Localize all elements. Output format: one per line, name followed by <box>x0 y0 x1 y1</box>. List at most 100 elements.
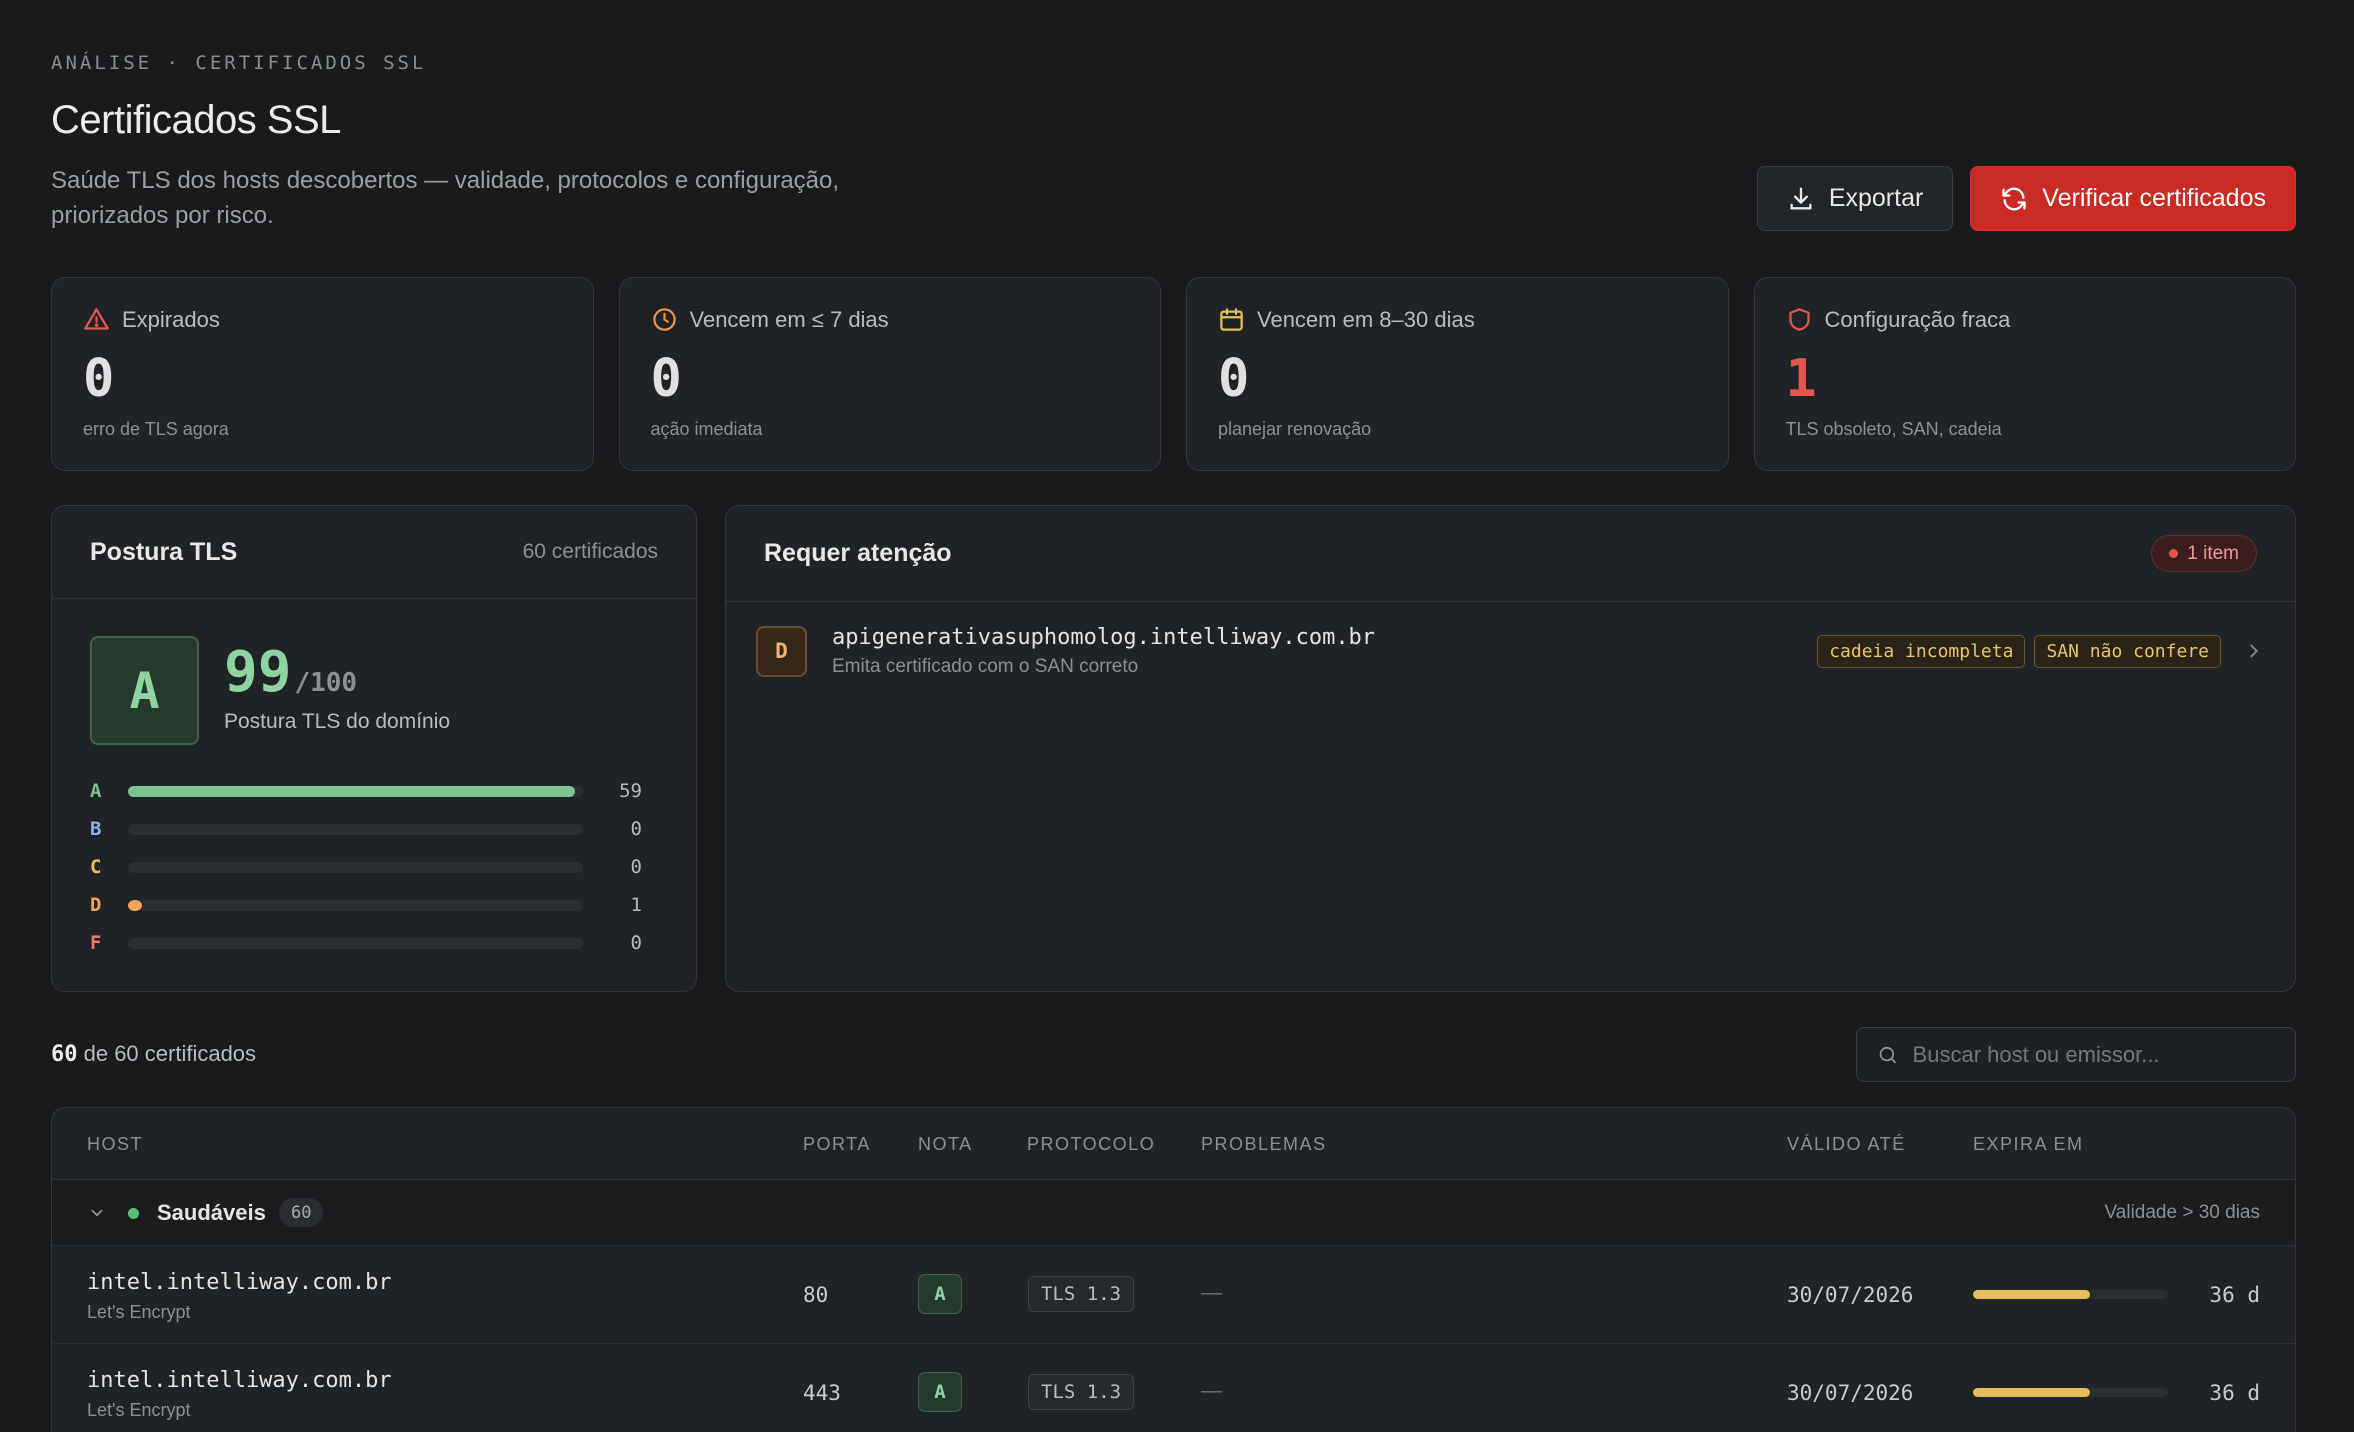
page-title: Certificados SSL <box>51 98 341 142</box>
panel-title: Requer atenção <box>764 539 952 567</box>
port-value: 443 <box>803 1381 841 1405</box>
chevron-down-icon[interactable] <box>88 1204 106 1222</box>
column-host[interactable]: HOST <box>87 1134 143 1155</box>
grade-bar-track <box>128 785 583 797</box>
score-label: Postura TLS do domínio <box>224 710 451 733</box>
grade-distribution: A 59 B 0 C 0 D 1 F 0 <box>90 772 650 962</box>
export-label: Exportar <box>1828 184 1924 212</box>
column-valid-until[interactable]: VÁLIDO ATÉ <box>1787 1134 1906 1155</box>
table-header: HOST PORTA NOTA PROTOCOLO PROBLEMAS VÁLI… <box>52 1108 2295 1180</box>
expires-in: 36 d <box>2209 1381 2260 1405</box>
panel-title: Postura TLS <box>90 537 238 566</box>
stat-note: planejar renovação <box>1218 419 1372 439</box>
calendar-icon <box>1220 308 1243 331</box>
table-row[interactable]: intel.intelliway.com.br Let's Encrypt 80… <box>52 1246 2295 1344</box>
grade-bar-track <box>128 861 583 873</box>
expires-in: 36 d <box>2209 1283 2260 1307</box>
grade-badge: A <box>918 1372 962 1412</box>
attention-item[interactable]: D apigenerativasuphomolog.intelliway.com… <box>726 602 2295 700</box>
status-dot-icon <box>128 1208 139 1219</box>
attention-description: Emita certificado com o SAN correto <box>832 655 1139 677</box>
attention-grade: D <box>756 625 807 677</box>
refresh-icon <box>2002 187 2026 210</box>
stat-label: Expirados <box>122 306 220 332</box>
certificate-count: 60 certificados <box>522 540 658 563</box>
expiry-bar-fill <box>1973 1388 2090 1397</box>
protocol-badge: TLS 1.3 <box>1028 1276 1135 1312</box>
issuer-name: Let's Encrypt <box>87 1400 191 1420</box>
column-port[interactable]: PORTA <box>803 1134 871 1155</box>
stats-row: Expirados 0 erro de TLS agora Vencem em … <box>51 277 2296 471</box>
problems-value: — <box>1201 1379 1222 1402</box>
grade-badge: A <box>918 1274 962 1314</box>
group-note: Validade > 30 dias <box>2104 1202 2260 1223</box>
badge-label: 1 item <box>2187 542 2239 564</box>
group-label: Saudáveis <box>157 1200 266 1225</box>
stat-label: Vencem em ≤ 7 dias <box>689 306 889 332</box>
stat-note: erro de TLS agora <box>83 419 229 439</box>
stat-value: 0 <box>650 349 682 409</box>
grade-row-b: B 0 <box>90 810 650 848</box>
group-count-badge: 60 <box>279 1198 324 1227</box>
column-protocol[interactable]: PROTOCOLO <box>1027 1134 1155 1155</box>
host-name: intel.intelliway.com.br <box>87 1270 392 1295</box>
grade-bar-track <box>128 823 583 835</box>
grade-count: 0 <box>630 932 642 954</box>
column-grade[interactable]: NOTA <box>918 1134 973 1155</box>
protocol-badge: TLS 1.3 <box>1028 1374 1135 1410</box>
verify-certificates-button[interactable]: Verificar certificados <box>1970 166 2296 231</box>
group-header-healthy[interactable]: Saudáveis 60 Validade > 30 dias <box>52 1180 2295 1246</box>
search-input[interactable] <box>1912 1041 2275 1068</box>
grade-letter: C <box>90 856 102 878</box>
grade-count: 0 <box>630 818 642 840</box>
grade-letter: A <box>90 780 102 802</box>
valid-until-date: 30/07/2026 <box>1787 1381 1914 1405</box>
issuer-name: Let's Encrypt <box>87 1302 191 1322</box>
grade-count: 1 <box>630 894 642 916</box>
grade-letter: B <box>90 818 102 840</box>
result-count-rest: de 60 certificados <box>77 1041 257 1066</box>
column-problems[interactable]: PROBLEMAS <box>1201 1134 1327 1155</box>
warning-icon <box>84 308 109 330</box>
expiry-bar <box>1973 1388 2168 1397</box>
score-value: 99 <box>224 640 292 705</box>
search-box[interactable] <box>1856 1027 2296 1082</box>
header-actions: Exportar Verificar certificados <box>1756 166 2296 231</box>
host-name: intel.intelliway.com.br <box>87 1368 392 1393</box>
result-count: 60 de 60 certificados <box>51 1041 256 1067</box>
verify-label: Verificar certificados <box>2042 184 2266 212</box>
problems-value: — <box>1201 1281 1222 1304</box>
tls-posture-panel: Postura TLS 60 certificados A 99 /100 Po… <box>51 505 697 992</box>
grade-row-a: A 59 <box>90 772 650 810</box>
grade-row-d: D 1 <box>90 886 650 924</box>
page-subtitle: Saúde TLS dos hosts descobertos — valida… <box>51 167 840 229</box>
alert-dot-icon <box>2169 549 2179 558</box>
grade-row-f: F 0 <box>90 924 650 962</box>
table-row[interactable]: intel.intelliway.com.br Let's Encrypt 44… <box>52 1344 2295 1432</box>
stat-expired: Expirados 0 erro de TLS agora <box>51 277 594 471</box>
shield-icon <box>1788 308 1810 331</box>
stat-expiring-7-days: Vencem em ≤ 7 dias 0 ação imediata <box>618 277 1161 471</box>
expiry-bar-fill <box>1973 1290 2090 1299</box>
result-count-shown: 60 <box>51 1042 78 1067</box>
score-max: /100 <box>294 668 358 698</box>
issue-tag: SAN não confere <box>2034 634 2221 668</box>
column-expires[interactable]: EXPIRA EM <box>1973 1134 2084 1155</box>
clock-icon <box>652 308 676 331</box>
chevron-right-icon[interactable] <box>2243 640 2265 662</box>
stat-value: 0 <box>83 349 115 409</box>
stat-note: TLS obsoleto, SAN, cadeia <box>1785 419 2002 439</box>
attention-host: apigenerativasuphomolog.intelliway.com.b… <box>832 624 1376 650</box>
stat-note: ação imediata <box>650 419 763 439</box>
grade-letter: F <box>90 932 102 954</box>
stat-value: 1 <box>1785 349 1817 409</box>
expiry-bar <box>1973 1290 2168 1299</box>
stat-expiring-30-days: Vencem em 8–30 dias 0 planejar renovação <box>1186 277 1729 471</box>
port-value: 80 <box>803 1283 829 1307</box>
grade-bar-track <box>128 899 583 911</box>
stat-weak-config: Configuração fraca 1 TLS obsoleto, SAN, … <box>1753 277 2296 471</box>
breadcrumb: ANÁLISE · CERTIFICADOS SSL <box>51 52 427 74</box>
export-button[interactable]: Exportar <box>1756 166 1954 231</box>
attention-panel: Requer atenção 1 item D apigenerativasup… <box>725 505 2296 992</box>
certificates-table: HOST PORTA NOTA PROTOCOLO PROBLEMAS VÁLI… <box>51 1107 2296 1432</box>
